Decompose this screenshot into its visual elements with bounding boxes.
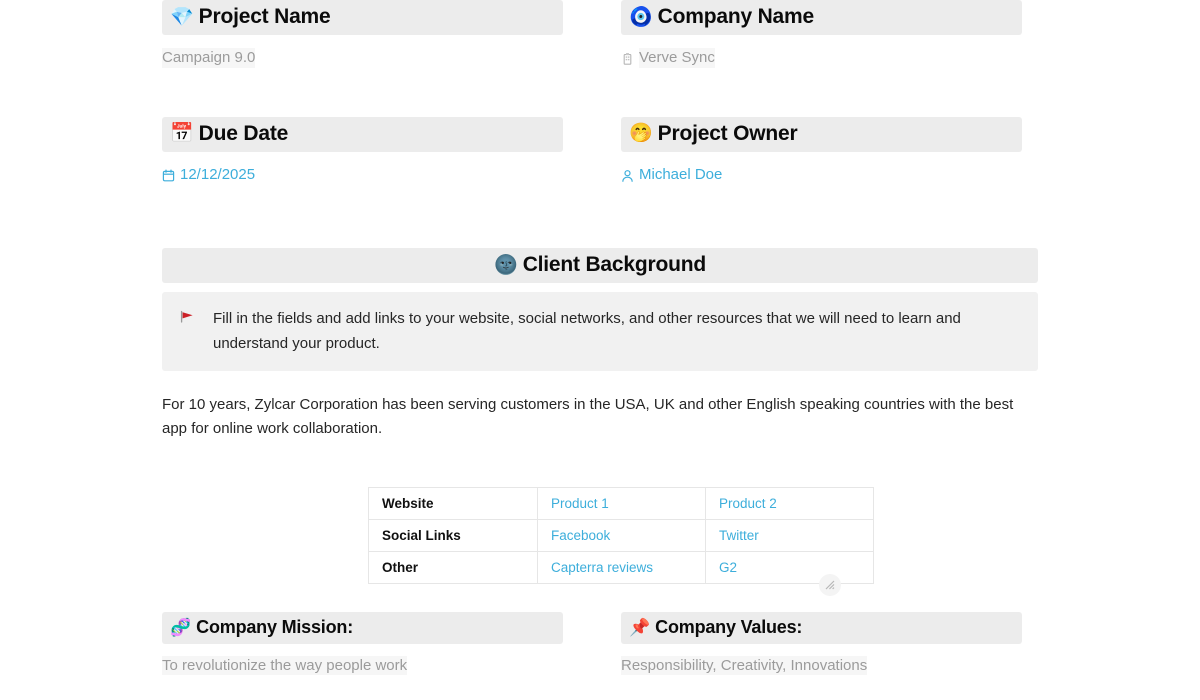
table-cell-link[interactable]: Twitter: [705, 518, 874, 552]
company-mission-header[interactable]: 🧬 Company Mission:: [162, 612, 563, 644]
project-owner-value-line[interactable]: Michael Doe: [621, 165, 1022, 185]
office-building-icon: [621, 52, 634, 66]
nazar-amulet-emoji: 🧿: [629, 6, 653, 28]
due-date-label: Due Date: [198, 121, 289, 145]
red-flag-icon: [180, 310, 195, 329]
field-company-mission: 🧬 Company Mission: To revolutionize the …: [162, 612, 563, 676]
new-moon-face-emoji: 🌚: [494, 254, 518, 276]
project-owner-label: Project Owner: [657, 121, 798, 145]
table-cell-link[interactable]: Product 1: [537, 486, 706, 520]
project-name-label: Project Name: [198, 5, 331, 28]
dna-emoji: 🧬: [170, 617, 192, 637]
company-name-label: Company Name: [657, 5, 815, 28]
field-due-date: 📅 Due Date 12/12/2025: [162, 116, 563, 185]
person-icon: [621, 169, 634, 183]
fields-row-second: 📅 Due Date 12/12/2025 🤭 Project Owner Mi…: [162, 116, 1038, 185]
project-name-value[interactable]: Campaign 9.0: [162, 48, 256, 68]
project-name-header[interactable]: 💎 Project Name: [162, 0, 563, 36]
company-mission-label: Company Mission:: [196, 617, 353, 637]
client-background-title: Client Background: [522, 253, 706, 277]
due-date-header[interactable]: 📅 Due Date: [162, 116, 563, 152]
table-row-label: Social Links: [368, 518, 538, 552]
table-row: Website Product 1 Product 2: [368, 486, 874, 520]
calendar-icon: [162, 169, 175, 183]
due-date-value[interactable]: 12/12/2025: [180, 165, 255, 185]
gem-stone-emoji: 💎: [170, 6, 194, 28]
project-owner-value[interactable]: Michael Doe: [639, 165, 722, 185]
links-table-body: Website Product 1 Product 2 Social Links…: [368, 486, 874, 584]
company-values-value[interactable]: Responsibility, Creativity, Innovations: [621, 655, 868, 676]
field-project-owner: 🤭 Project Owner Michael Doe: [621, 116, 1022, 185]
company-values-label: Company Values:: [655, 617, 803, 637]
field-company-values: 📌 Company Values: Responsibility, Creati…: [621, 612, 1022, 676]
table-cell-link[interactable]: G2: [705, 550, 874, 584]
document-page: 💎 Project Name Campaign 9.0 🧿 Company Na…: [0, 0, 1200, 700]
table-row: Social Links Facebook Twitter: [368, 518, 874, 552]
client-background-callout-text: Fill in the fields and add links to your…: [213, 310, 961, 352]
table-cell-link[interactable]: Product 2: [705, 486, 874, 520]
table-row-label: Website: [368, 486, 538, 520]
fields-row-top: 💎 Project Name Campaign 9.0 🧿 Company Na…: [162, 0, 1038, 68]
company-name-value[interactable]: Verve Sync: [639, 48, 715, 68]
client-background-callout: Fill in the fields and add links to your…: [162, 292, 1038, 372]
table-cell-link[interactable]: Facebook: [537, 518, 706, 552]
due-date-value-line[interactable]: 12/12/2025: [162, 165, 563, 185]
company-values-header[interactable]: 📌 Company Values:: [621, 612, 1022, 644]
company-values-value-line[interactable]: Responsibility, Creativity, Innovations: [621, 655, 1022, 676]
company-name-header[interactable]: 🧿 Company Name: [621, 0, 1022, 36]
project-name-value-line[interactable]: Campaign 9.0: [162, 48, 563, 68]
company-mission-value-line[interactable]: To revolutionize the way people work: [162, 655, 563, 676]
client-background-paragraph: For 10 years, Zylcar Corporation has bee…: [162, 396, 1014, 438]
smiling-face-emoji: 🤭: [629, 123, 653, 145]
client-background-header[interactable]: 🌚 Client Background: [162, 248, 1038, 284]
company-mission-value[interactable]: To revolutionize the way people work: [162, 655, 408, 676]
field-company-name: 🧿 Company Name Verve Sync: [621, 0, 1022, 68]
table-cell-link[interactable]: Capterra reviews: [537, 550, 706, 584]
field-project-name: 💎 Project Name Campaign 9.0: [162, 0, 563, 68]
table-resize-handle[interactable]: [819, 573, 841, 596]
company-name-value-line[interactable]: Verve Sync: [621, 48, 1022, 68]
table-row-label: Other: [368, 550, 538, 584]
pushpin-emoji: 📌: [629, 617, 651, 637]
calendar-emoji: 📅: [170, 123, 194, 145]
links-table-wrapper: Website Product 1 Product 2 Social Links…: [368, 486, 874, 596]
table-row: Other Capterra reviews G2: [368, 550, 874, 584]
project-owner-header[interactable]: 🤭 Project Owner: [621, 116, 1022, 152]
links-table: Website Product 1 Product 2 Social Links…: [368, 486, 874, 584]
fields-row-bottom: 🧬 Company Mission: To revolutionize the …: [162, 612, 1022, 676]
